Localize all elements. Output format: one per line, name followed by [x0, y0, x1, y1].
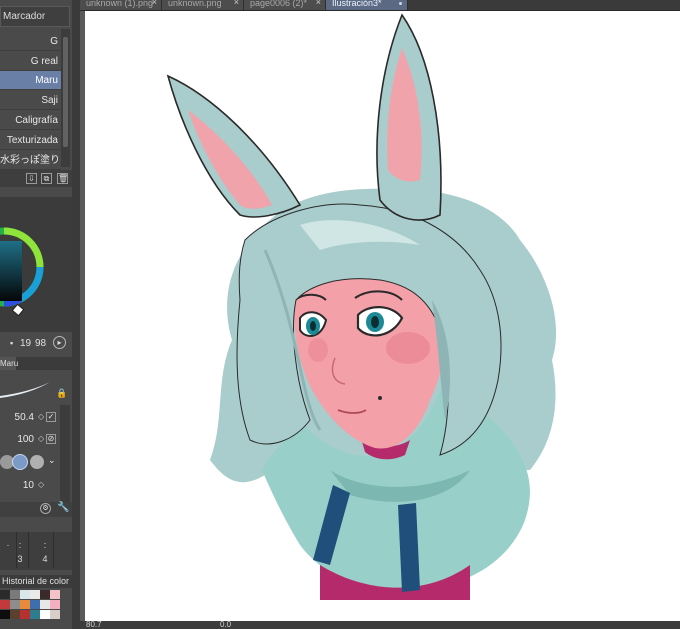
brush-tip-selected[interactable] [12, 454, 28, 470]
stabilization-stepper[interactable]: ◇ [38, 480, 44, 489]
brush-tip-row: ⌄ [0, 451, 60, 473]
trash-icon[interactable]: 🗑 [57, 173, 68, 184]
brush-set-dropdown[interactable]: Marcador [0, 6, 70, 27]
brush-item-texturizada[interactable]: Texturizada [0, 131, 61, 150]
unsaved-dot-icon [399, 2, 402, 5]
brush-item-caligrafia[interactable]: Caligrafía [0, 111, 61, 130]
color-wheel-panel [0, 197, 72, 332]
brush-set-label: Marcador [3, 11, 46, 22]
brush-list-toolbar: ⇩ ⧉ 🗑 [0, 170, 72, 187]
page-thumb[interactable]: :4 [37, 532, 54, 568]
scrollbar-thumb[interactable] [63, 37, 68, 147]
tool-property-scrollbar[interactable] [60, 405, 70, 502]
close-icon[interactable]: × [152, 0, 157, 7]
chevron-down-icon[interactable]: ⌄ [48, 455, 56, 466]
tab-unknown-1[interactable]: unknown (1).png × [80, 0, 162, 10]
brush-item-saji[interactable]: Saji [0, 91, 61, 110]
canvas[interactable] [85, 11, 680, 621]
brush-item-g-real[interactable]: G real [0, 52, 61, 71]
brush-size-value[interactable]: 50.4 [15, 412, 34, 423]
color-swatch[interactable] [10, 610, 20, 619]
illustration [166, 13, 557, 600]
tab-label: page0006 (2)* [250, 0, 308, 8]
page-number: 4 [42, 554, 48, 564]
color-swatch[interactable] [50, 590, 60, 599]
brush-label: Texturizada [6, 135, 58, 146]
page-number: 3 [17, 554, 23, 564]
opacity-pressure-toggle[interactable]: ⊘ [46, 434, 56, 444]
color-swatch[interactable] [0, 590, 10, 599]
color-swatch[interactable] [20, 590, 30, 599]
color-swatch[interactable] [30, 590, 40, 599]
brush-label: G [50, 36, 58, 47]
opacity-value[interactable]: 100 [17, 434, 34, 445]
color-value-marker: ▪ [10, 338, 14, 348]
brush-label: Maru [35, 75, 58, 86]
lock-icon[interactable]: 🔒 [56, 388, 67, 399]
tab-page0006[interactable]: page0006 (2)* × [244, 0, 326, 10]
color-swatch[interactable] [20, 610, 30, 619]
subtool-header: Maru [0, 357, 72, 370]
color-swatch[interactable] [10, 600, 20, 609]
color-mode-icon[interactable]: ▸ [53, 336, 66, 349]
stabilization-value[interactable]: 10 [23, 480, 34, 491]
brush-label: 水彩っぽ塗り [0, 155, 60, 166]
page-dots: : [18, 540, 22, 550]
tool-property-footer: ⚙ 🔧 [0, 502, 72, 517]
color-swatch[interactable] [30, 600, 40, 609]
brush-label: Caligrafía [15, 115, 58, 126]
subtool-tab[interactable]: Maru [0, 357, 18, 370]
document-tab-bar: unknown (1).png × unknown.png × page0006 (… [80, 0, 680, 11]
color-value-b: 98 [35, 338, 47, 349]
color-values: ▪ 19 98 ▸ [0, 336, 72, 353]
color-wheel[interactable] [0, 197, 72, 332]
color-swatch[interactable] [40, 610, 50, 619]
color-swatch[interactable] [10, 590, 20, 599]
color-history-title: Historial de color [0, 575, 72, 588]
color-swatch[interactable] [40, 590, 50, 599]
opacity-stepper[interactable]: ◇ [38, 434, 44, 443]
color-swatch[interactable] [50, 610, 60, 619]
color-swatch[interactable] [20, 600, 30, 609]
brush-item-g[interactable]: G [0, 32, 61, 51]
tab-ilustracion3[interactable]: Ilustración3* [326, 0, 408, 10]
tab-label: unknown.png [168, 0, 222, 8]
color-history-swatches [0, 590, 62, 622]
status-bar: 80.7 0.0 [80, 620, 680, 629]
tab-label: Ilustración3* [332, 0, 382, 8]
cheek-blush [308, 338, 328, 362]
mole [378, 396, 382, 400]
brush-size-pressure-toggle[interactable]: ✓ [46, 412, 56, 422]
brush-list-scrollbar[interactable] [61, 29, 70, 167]
brush-tip-option[interactable] [30, 455, 44, 469]
import-icon[interactable]: ⇩ [26, 173, 37, 184]
close-icon[interactable]: × [234, 0, 239, 7]
duplicate-icon[interactable]: ⧉ [41, 173, 52, 184]
brush-label: Saji [41, 95, 58, 106]
rotation-angle[interactable]: 0.0 [220, 620, 231, 629]
page-thumbnails: · :3 :4 [0, 532, 72, 570]
settings-icon[interactable]: ⚙ [40, 503, 51, 514]
tab-unknown[interactable]: unknown.png × [162, 0, 244, 10]
close-icon[interactable]: × [316, 0, 321, 7]
page-dots: : [43, 540, 47, 550]
brush-size-stepper[interactable]: ◇ [38, 412, 44, 421]
brush-stroke-preview: 🔒 [0, 372, 70, 402]
wrench-icon[interactable]: 🔧 [57, 502, 69, 513]
color-swatch[interactable] [30, 610, 40, 619]
tab-label: unknown (1).png [86, 0, 154, 8]
page-thumb[interactable]: :3 [12, 532, 29, 568]
panel-divider[interactable] [72, 0, 80, 629]
color-swatch[interactable] [50, 600, 60, 609]
brush-label: G real [30, 56, 58, 67]
cheek-blush [386, 332, 430, 364]
zoom-value[interactable]: 80.7 [86, 620, 102, 629]
color-swatch[interactable] [0, 600, 10, 609]
brush-item-maru[interactable]: Maru [0, 71, 61, 90]
color-swatch[interactable] [40, 600, 50, 609]
color-value-a: 19 [20, 338, 32, 349]
brush-item-watercolor[interactable]: 水彩っぽ塗り [0, 151, 61, 170]
color-swatch[interactable] [0, 610, 10, 619]
